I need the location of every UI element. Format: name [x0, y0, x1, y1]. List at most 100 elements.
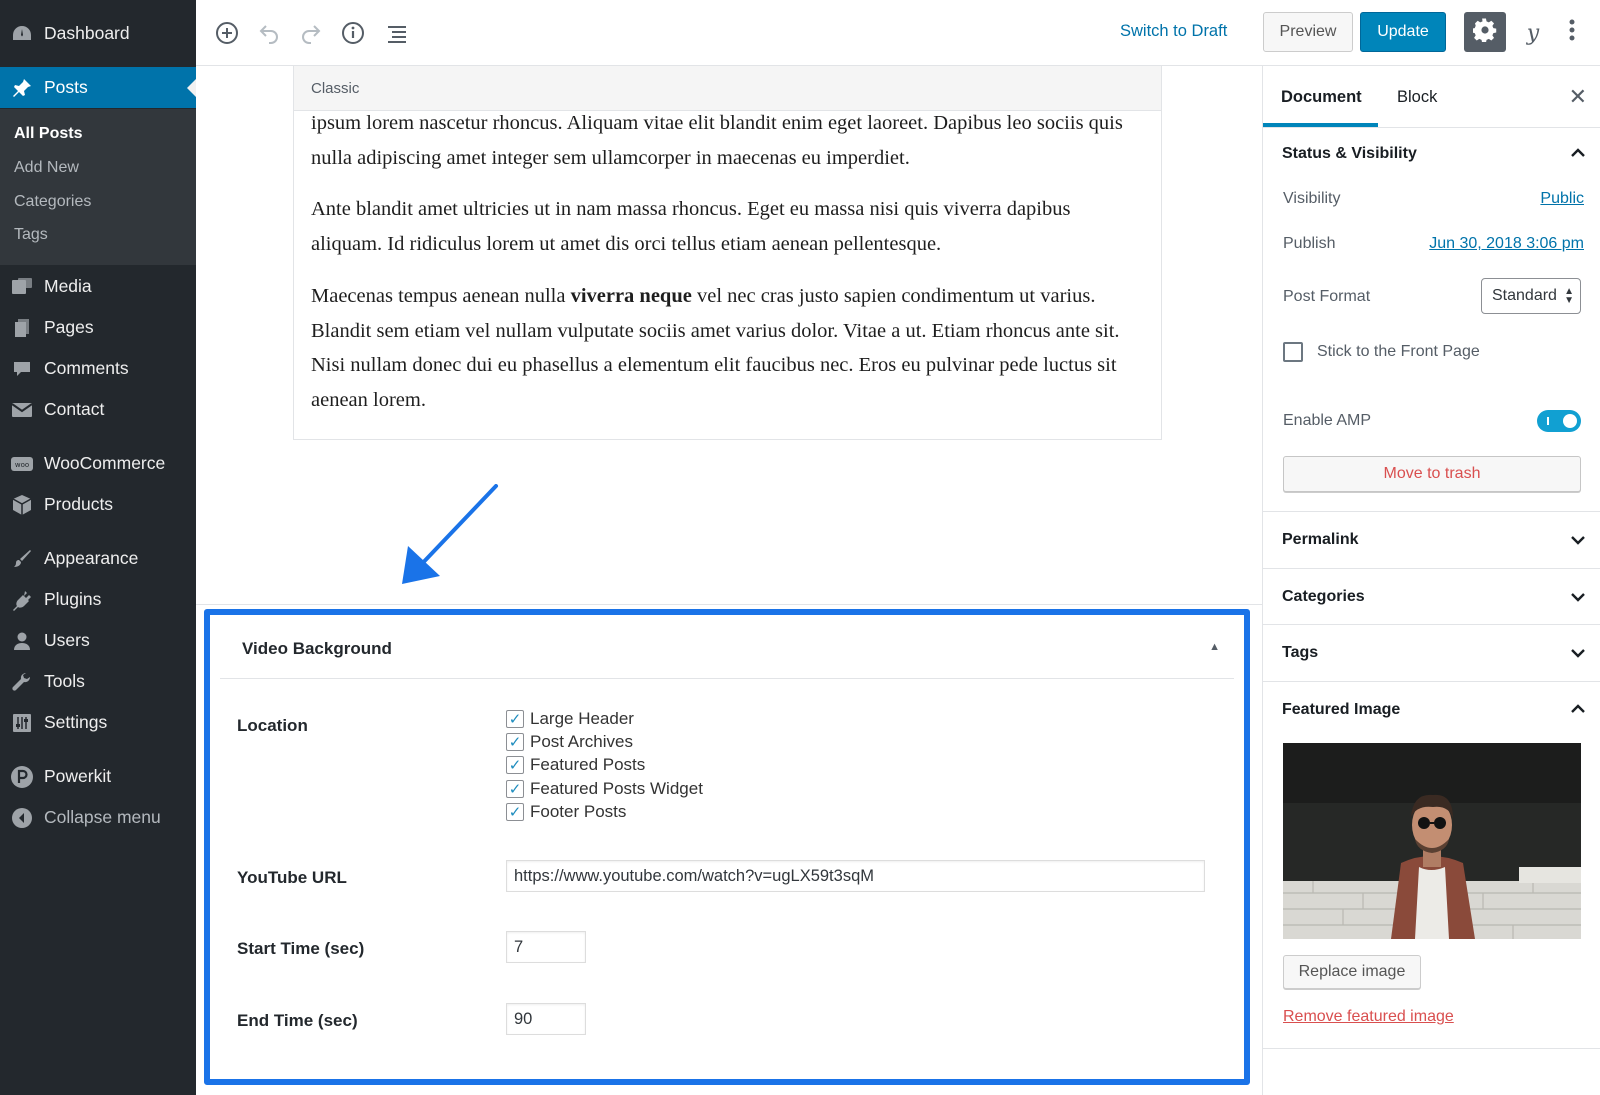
submenu-all-posts[interactable]: All Posts — [14, 125, 82, 143]
preview-button[interactable]: Preview — [1263, 12, 1353, 52]
section-title-featured-image[interactable]: Featured Image — [1282, 701, 1400, 719]
undo-icon[interactable] — [254, 18, 284, 48]
admin-sidebar: Dashboard Posts All Posts Add New Catego… — [0, 0, 196, 1095]
divider — [1263, 1048, 1600, 1049]
featured-image-preview[interactable] — [1283, 743, 1581, 939]
section-title-status[interactable]: Status & Visibility — [1282, 145, 1417, 163]
publish-date-link[interactable]: Jun 30, 2018 3:06 pm — [1429, 235, 1584, 253]
editor-canvas: Classic ipsum lorem nascetur rhoncus. Al… — [196, 66, 1262, 1095]
section-title-categories[interactable]: Categories — [1282, 588, 1365, 606]
switch-to-draft-link[interactable]: Switch to Draft — [1120, 22, 1227, 41]
editor-toolbar: Switch to Draft Preview Update y — [196, 0, 1600, 66]
comment-icon — [0, 359, 44, 379]
checkbox-checked[interactable]: ✓ — [506, 803, 524, 821]
sidebar-item-tools[interactable]: Tools — [0, 661, 196, 702]
tab-block[interactable]: Block — [1397, 88, 1437, 107]
sidebar-item-users[interactable]: Users — [0, 620, 196, 661]
youtube-url-input[interactable]: https://www.youtube.com/watch?v=ugLX59t3… — [506, 860, 1205, 892]
block-navigation-icon[interactable] — [382, 18, 412, 48]
sidebar-item-contact[interactable]: Contact — [0, 389, 196, 430]
chevron-up-icon[interactable] — [1570, 702, 1586, 720]
yoast-icon: y — [1526, 20, 1540, 46]
location-option[interactable]: ✓ Large Header — [506, 708, 634, 730]
yoast-seo-button[interactable]: y — [1516, 16, 1550, 50]
amp-toggle[interactable] — [1537, 410, 1581, 432]
sidebar-item-woocommerce[interactable]: woo WooCommerce — [0, 443, 196, 484]
sidebar-item-label: Users — [44, 630, 90, 650]
submenu-add-new[interactable]: Add New — [14, 159, 79, 177]
paragraph[interactable]: Maecenas tempus aenean nulla viverra neq… — [311, 279, 1146, 417]
sidebar-item-powerkit[interactable]: Powerkit — [0, 756, 196, 797]
pin-icon — [0, 77, 44, 99]
chevron-down-icon[interactable] — [1570, 533, 1586, 551]
collapse-arrow-icon[interactable]: ▲ — [1209, 641, 1220, 653]
sidebar-item-settings[interactable]: Settings — [0, 702, 196, 743]
close-icon[interactable]: ✕ — [1569, 84, 1587, 110]
option-label: Featured Posts Widget — [530, 779, 703, 798]
settings-toggle-button[interactable] — [1464, 12, 1506, 52]
sidebar-item-appearance[interactable]: Appearance — [0, 538, 196, 579]
start-time-input[interactable]: 7 — [506, 931, 586, 963]
checkbox-checked[interactable]: ✓ — [506, 710, 524, 728]
location-label: Location — [237, 716, 308, 735]
box-icon — [0, 494, 44, 516]
checkbox-checked[interactable]: ✓ — [506, 756, 524, 774]
add-block-icon[interactable] — [212, 18, 242, 48]
brush-icon — [0, 548, 44, 570]
sidebar-item-plugins[interactable]: Plugins — [0, 579, 196, 620]
start-time-label: Start Time (sec) — [237, 939, 365, 958]
man-portrait-photo — [1283, 743, 1581, 939]
paragraph[interactable]: Ante blandit amet ultricies ut in nam ma… — [311, 192, 1146, 261]
sidebar-item-products[interactable]: Products — [0, 484, 196, 525]
move-to-trash-button[interactable]: Move to trash — [1283, 456, 1581, 492]
divider — [1263, 511, 1600, 512]
metabox-title: Video Background — [242, 639, 392, 658]
location-option[interactable]: ✓ Footer Posts — [506, 801, 626, 823]
collapse-menu-button[interactable]: Collapse menu — [0, 797, 196, 838]
sidebar-item-media[interactable]: Media — [0, 266, 196, 307]
option-label: Featured Posts — [530, 755, 646, 774]
section-title-tags[interactable]: Tags — [1282, 644, 1318, 662]
tab-document[interactable]: Document — [1281, 88, 1362, 107]
location-option[interactable]: ✓ Featured Posts Widget — [506, 778, 703, 800]
svg-text:woo: woo — [15, 461, 29, 469]
paragraph[interactable]: ipsum lorem nascetur rhoncus. Aliquam vi… — [311, 106, 1146, 175]
location-option[interactable]: ✓ Post Archives — [506, 731, 633, 753]
sticky-checkbox[interactable] — [1283, 342, 1303, 362]
chevron-down-icon[interactable] — [1570, 590, 1586, 608]
publish-label: Publish — [1283, 235, 1336, 252]
sidebar-item-label: Tools — [44, 671, 85, 691]
end-time-input[interactable]: 90 — [506, 1003, 586, 1035]
more-menu-button[interactable] — [1560, 16, 1584, 50]
visibility-link[interactable]: Public — [1540, 190, 1584, 208]
remove-featured-image-link[interactable]: Remove featured image — [1283, 1008, 1454, 1026]
checkbox-checked[interactable]: ✓ — [506, 780, 524, 798]
sidebar-item-dashboard[interactable]: Dashboard — [0, 13, 196, 54]
metabox-header[interactable]: Video Background ▲ — [220, 615, 1234, 679]
location-option[interactable]: ✓ Featured Posts — [506, 754, 645, 776]
sidebar-item-label: Plugins — [44, 589, 102, 609]
sidebar-item-comments[interactable]: Comments — [0, 348, 196, 389]
end-time-label: End Time (sec) — [237, 1011, 358, 1030]
section-title-permalink[interactable]: Permalink — [1282, 531, 1358, 549]
gear-icon — [1471, 17, 1497, 47]
bold-text: viverra neque — [570, 285, 692, 307]
sidebar-item-label: Settings — [44, 712, 108, 732]
post-format-select[interactable]: Standard ▲ ▼ — [1481, 278, 1581, 314]
chevron-up-icon[interactable] — [1570, 146, 1586, 164]
divider — [1263, 681, 1600, 682]
replace-image-button[interactable]: Replace image — [1283, 955, 1421, 989]
sidebar-item-posts[interactable]: Posts — [0, 67, 196, 108]
update-button[interactable]: Update — [1360, 12, 1446, 52]
submenu-categories[interactable]: Categories — [14, 193, 91, 211]
classic-block[interactable]: Classic ipsum lorem nascetur rhoncus. Al… — [293, 66, 1162, 440]
checkbox-checked[interactable]: ✓ — [506, 733, 524, 751]
woo-icon: woo — [0, 455, 44, 473]
redo-icon[interactable] — [296, 18, 326, 48]
sidebar-item-pages[interactable]: Pages — [0, 307, 196, 348]
submenu-tags[interactable]: Tags — [14, 226, 48, 244]
sidebar-item-label: Pages — [44, 317, 94, 337]
info-icon[interactable] — [338, 18, 368, 48]
chevron-down-icon[interactable] — [1570, 646, 1586, 664]
pages-icon — [0, 318, 44, 338]
